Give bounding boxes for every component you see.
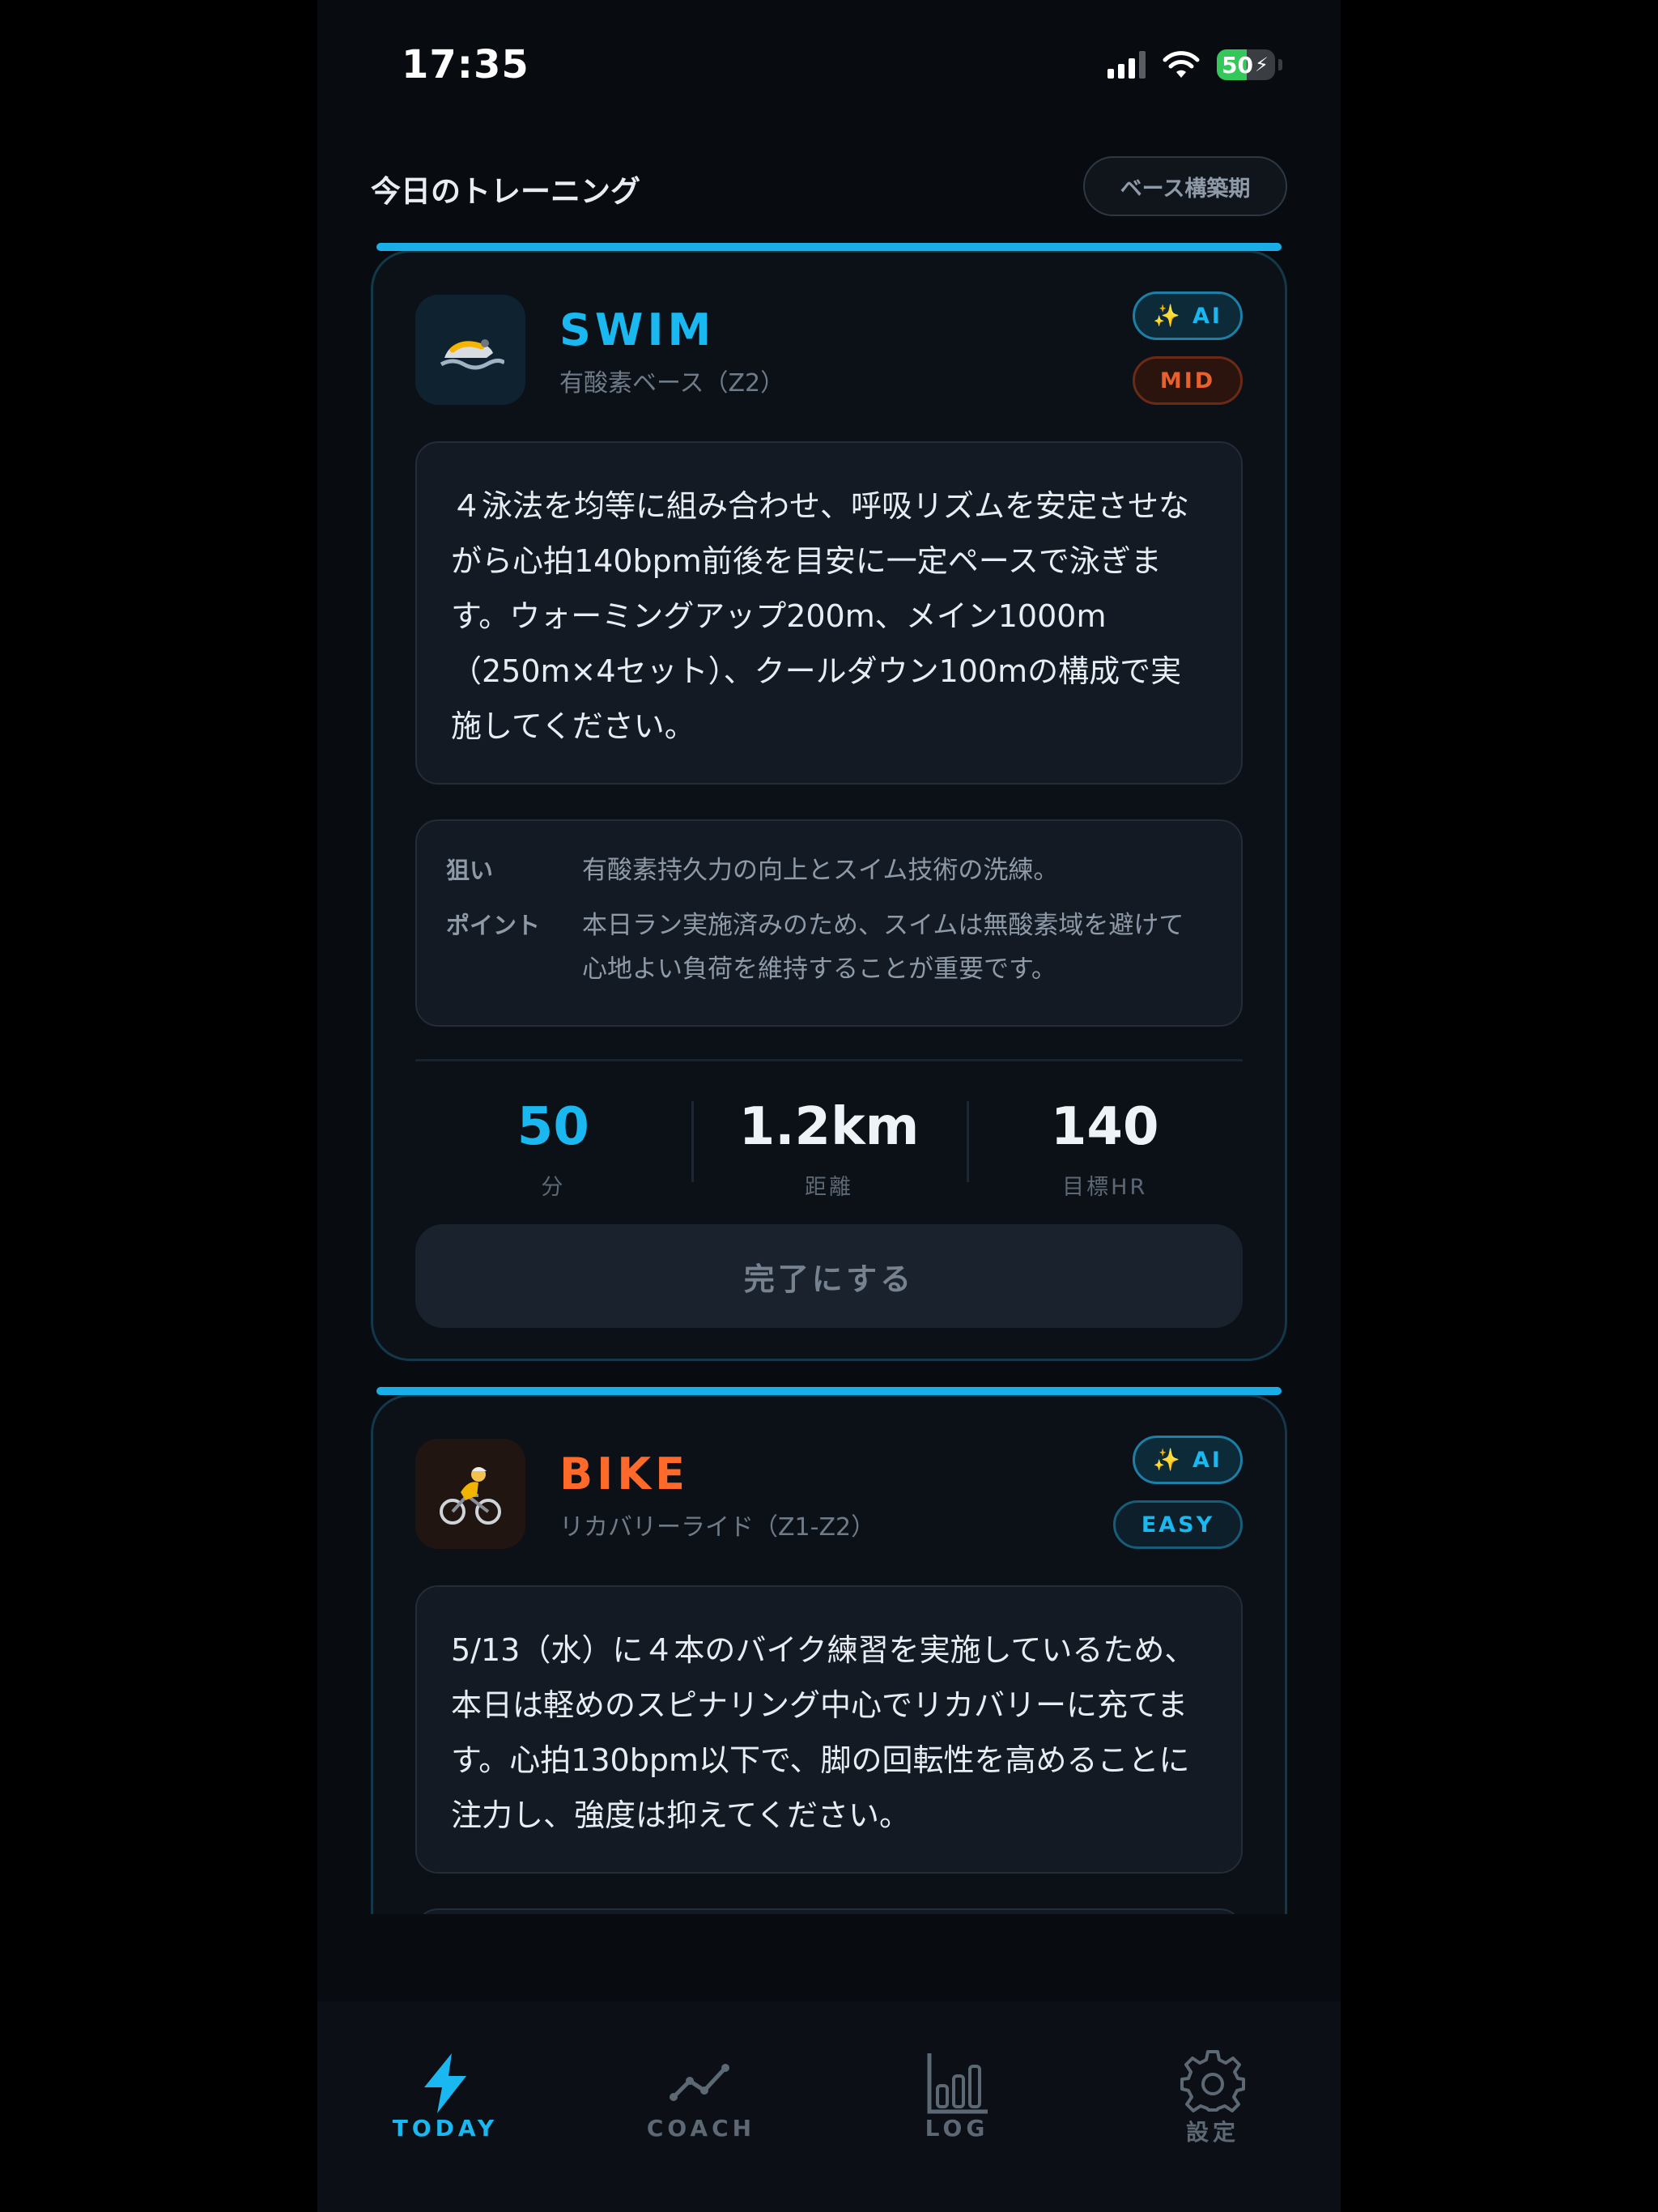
training-phase-pill[interactable]: ベース構築期 (1083, 156, 1287, 216)
swim-icon (415, 295, 525, 405)
workout-info (415, 1908, 1243, 1914)
cellular-signal-icon (1107, 51, 1146, 79)
sport-name: SWIM (559, 304, 716, 355)
trend-line-icon (670, 2064, 729, 2101)
cyclist-icon (415, 1439, 525, 1549)
gear-icon (1180, 2050, 1245, 2112)
workout-description: ４泳法を均等に組み合わせ、呼吸リズムを安定させながら心拍140bpm前後を目安に… (415, 441, 1243, 785)
card-accent-bar (376, 243, 1282, 251)
tab-coach[interactable]: COACH (573, 2001, 829, 2212)
battery-icon: 50 ⚡ (1217, 49, 1275, 80)
status-time: 17:35 (402, 42, 529, 87)
tab-label: COACH (646, 2115, 756, 2142)
stat-duration: 50 分 (415, 1098, 691, 1201)
tab-log[interactable]: LOG (829, 2001, 1085, 2212)
stat-label: 距離 (805, 1175, 853, 1200)
ai-badge: ✨ AI (1133, 1436, 1243, 1484)
info-row-goal: 狙い 有酸素持久力の向上とスイム技術の洗練。 (446, 849, 1209, 892)
ai-badge: ✨ AI (1133, 291, 1243, 340)
info-row-point: ポイント 本日ラン実施済みのため、スイムは無酸素域を避けて心地よい負荷を維持する… (446, 904, 1209, 991)
info-key: ポイント (446, 912, 541, 939)
info-value: 有酸素持久力の向上とスイム技術の洗練。 (582, 856, 1059, 885)
page-title: 今日のトレーニング (371, 174, 640, 209)
stat-distance: 1.2km 距離 (691, 1098, 967, 1201)
divider (415, 1059, 1243, 1061)
bar-chart-icon (927, 2053, 988, 2114)
sport-subtitle: リカバリーライド（Z1-Z2） (559, 1513, 876, 1542)
status-icons: 50 ⚡ (1107, 47, 1282, 83)
battery-cap (1278, 59, 1282, 70)
intensity-badge: MID (1133, 356, 1243, 405)
tab-label: LOG (925, 2115, 989, 2142)
wifi-icon (1163, 51, 1200, 78)
stat-value: 140 (1050, 1097, 1159, 1157)
sport-subtitle: 有酸素ベース（Z2） (559, 369, 785, 398)
workout-card-swim: SWIM 有酸素ベース（Z2） ✨ AI MID ４泳法を均等に組み合わせ、呼吸… (371, 243, 1287, 1361)
tab-bar: TODAY COACH LOG 設定 (317, 2001, 1341, 2212)
stat-target-hr: 140 目標HR (967, 1098, 1243, 1201)
tab-today[interactable]: TODAY (317, 2001, 573, 2212)
tab-settings[interactable]: 設定 (1085, 2001, 1341, 2212)
stat-value: 50 (517, 1097, 589, 1157)
stat-label: 分 (541, 1175, 566, 1200)
card-accent-bar (376, 1387, 1282, 1395)
workout-info: 狙い 有酸素持久力の向上とスイム技術の洗練。 ポイント 本日ラン実施済みのため、… (415, 819, 1243, 1027)
tab-label: 設定 (1185, 2119, 1239, 2146)
intensity-badge: EASY (1113, 1500, 1243, 1549)
info-key: 狙い (446, 857, 494, 884)
battery-level: 50 (1222, 51, 1253, 79)
stat-value: 1.2km (738, 1097, 920, 1157)
stat-label: 目標HR (1062, 1175, 1148, 1200)
workout-stats: 50 分 1.2km 距離 140 目標HR (415, 1098, 1243, 1201)
lightning-icon (424, 2053, 466, 2113)
app-screen: 17:35 50 ⚡ 今日のトレーニング ベース構築期 SWIM 有酸素ベース（… (317, 0, 1341, 2212)
workout-list[interactable]: SWIM 有酸素ベース（Z2） ✨ AI MID ４泳法を均等に組み合わせ、呼吸… (317, 240, 1341, 1914)
info-value: 本日ラン実施済みのため、スイムは無酸素域を避けて心地よい負荷を維持することが重要… (582, 911, 1184, 984)
complete-button[interactable]: 完了にする (415, 1224, 1243, 1328)
sport-name: BIKE (559, 1448, 689, 1499)
workout-description: 5/13（水）に４本のバイク練習を実施しているため、本日は軽めのスピナリング中心… (415, 1585, 1243, 1874)
workout-card-bike: BIKE リカバリーライド（Z1-Z2） ✨ AI EASY 5/13（水）に４… (371, 1387, 1287, 1914)
tab-label: TODAY (392, 2115, 499, 2142)
